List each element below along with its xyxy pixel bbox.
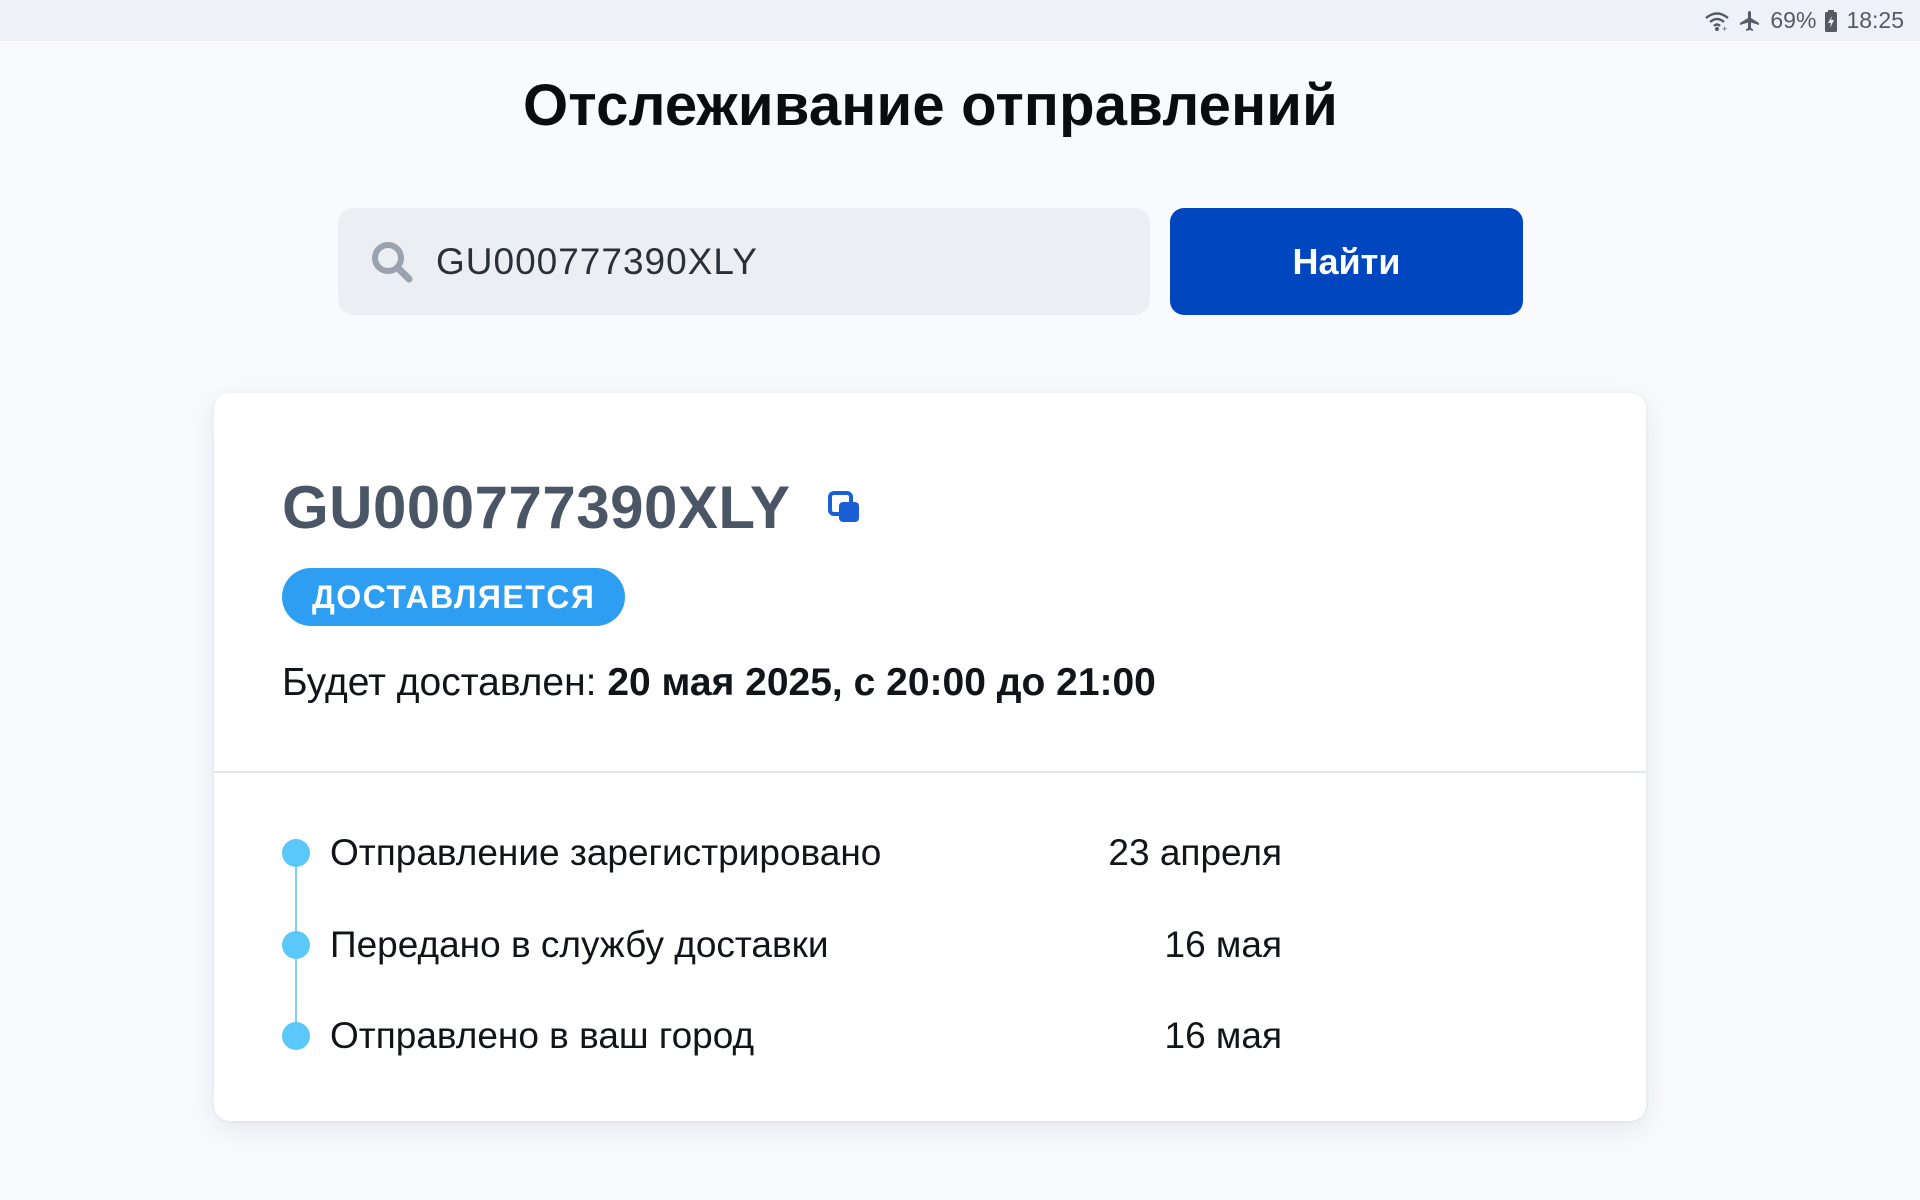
timeline-item: Отправлено в ваш город 16 мая bbox=[282, 1011, 1282, 1061]
copy-icon[interactable] bbox=[825, 488, 865, 528]
clock: 18:25 bbox=[1846, 7, 1904, 33]
page-title: Отслеживание отправлений bbox=[522, 73, 1339, 138]
tracking-number: GU000777390XLY bbox=[282, 474, 791, 541]
divider bbox=[214, 771, 1646, 773]
search-box[interactable] bbox=[338, 208, 1150, 315]
airplane-mode-icon bbox=[1738, 9, 1762, 33]
tracking-number-row: GU000777390XLY bbox=[282, 473, 865, 542]
timeline-dot bbox=[282, 839, 310, 867]
delivery-eta: Будет доставлен: 20 мая 2025, с 20:00 до… bbox=[282, 661, 1156, 705]
timeline-item: Передано в службу доставки 16 мая bbox=[282, 920, 1282, 970]
eta-value: 20 мая 2025, с 20:00 до 21:00 bbox=[607, 661, 1156, 704]
eta-label: Будет доставлен: bbox=[282, 661, 608, 704]
wifi-icon: + bbox=[1704, 10, 1730, 32]
svg-text:+: + bbox=[1722, 24, 1727, 32]
search-input[interactable] bbox=[436, 240, 1116, 283]
event-date: 16 мая bbox=[1164, 1015, 1283, 1056]
search-icon bbox=[368, 238, 416, 286]
event-text: Отправлено в ваш город bbox=[330, 1015, 755, 1056]
timeline-item: Отправление зарегистрировано 23 апреля bbox=[282, 828, 1282, 878]
timeline-dot bbox=[282, 931, 310, 959]
event-date: 23 апреля bbox=[1108, 832, 1282, 873]
shipment-card: GU000777390XLY ДОСТАВЛЯЕТСЯ Будет достав… bbox=[214, 393, 1646, 1121]
status-bar: + 69% 18:25 bbox=[0, 0, 1920, 41]
status-badge: ДОСТАВЛЯЕТСЯ bbox=[282, 568, 626, 626]
find-button[interactable]: Найти bbox=[1170, 208, 1523, 315]
battery-percent: 69% bbox=[1770, 7, 1817, 33]
timeline-dot bbox=[282, 1022, 310, 1050]
battery-icon bbox=[1824, 9, 1838, 33]
event-date: 16 мая bbox=[1164, 924, 1283, 965]
event-text: Передано в службу доставки bbox=[330, 924, 829, 965]
event-text: Отправление зарегистрировано bbox=[330, 832, 882, 873]
